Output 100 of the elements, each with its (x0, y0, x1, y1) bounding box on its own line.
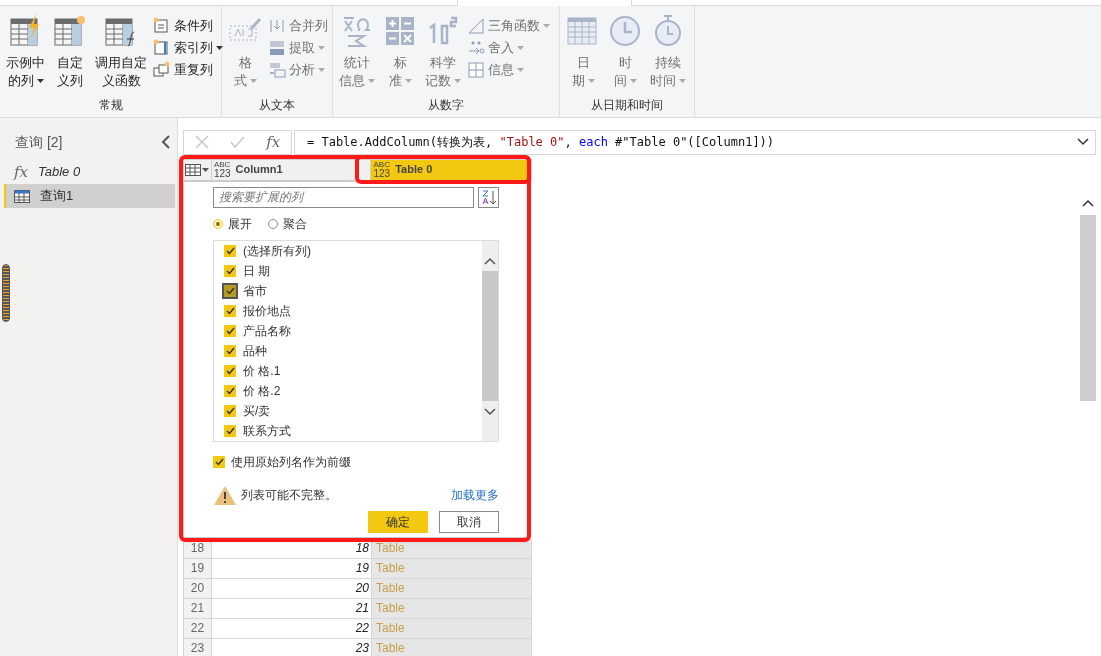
conditional-column-icon (153, 16, 171, 35)
ribbon-button[interactable]: 调用自定 义函数 (93, 14, 149, 90)
scrollbar-thumb[interactable] (482, 270, 498, 401)
caret-icon (629, 79, 637, 83)
check-icon (225, 267, 235, 276)
check-icon (225, 347, 235, 355)
info-grid-icon (467, 60, 485, 79)
column-option[interactable]: 联系方式 (224, 420, 482, 441)
query-item[interactable]: fx Table 0 (4, 160, 175, 184)
table-star-icon (53, 14, 87, 48)
prefix-option[interactable]: 使用原始列名作为前缀 (213, 452, 499, 471)
caret-icon (202, 167, 210, 172)
index-column-icon (153, 38, 171, 57)
scroll-handle[interactable] (2, 264, 10, 322)
checkbox[interactable] (213, 455, 225, 468)
ribbon-group-label: 从日期和时间 (590, 97, 664, 114)
checkbox[interactable] (224, 305, 236, 318)
caret-icon (517, 67, 524, 72)
checkbox[interactable] (224, 285, 236, 298)
check-icon (225, 327, 235, 336)
query-item[interactable]: 查询1 (4, 184, 175, 208)
caret-icon (36, 79, 44, 83)
checkbox[interactable] (224, 424, 236, 437)
formula-text: = Table.AddColumn(转换为表, "Table 0", each #"Table 0"([Column1])) (307, 134, 775, 152)
cancel-button[interactable]: 取消 (439, 510, 499, 533)
radio-option[interactable]: 展开 (213, 214, 252, 233)
ribbon-group-label: 常规 (97, 97, 124, 114)
caret-icon (368, 79, 375, 83)
extract-text-icon (268, 38, 286, 57)
checkbox[interactable] (224, 404, 236, 417)
table-icon (185, 163, 202, 176)
warning-text: 列表可能不完整。 (241, 487, 337, 504)
parse-icon (268, 60, 286, 79)
column-option[interactable]: 价 格.2 (224, 380, 482, 401)
column-title: Table 0 (395, 162, 434, 178)
ribbon-small-button[interactable]: 重复列 (153, 60, 223, 79)
check-icon (225, 307, 235, 316)
calendar-icon (566, 14, 600, 48)
column-option[interactable]: 买/卖 (224, 400, 482, 421)
column-option[interactable]: (选择所有列) (224, 241, 482, 262)
caret-icon (318, 45, 325, 50)
column-option[interactable]: 品种 (224, 341, 482, 361)
collapse-icon[interactable] (161, 135, 171, 149)
operators-icon (383, 14, 417, 48)
check-icon (225, 426, 235, 435)
checkbox[interactable] (224, 345, 236, 357)
table-menu-button[interactable] (184, 159, 212, 180)
check-icon (214, 457, 224, 466)
ribbon-group-label: 从文本 (258, 97, 296, 114)
sort-button[interactable] (478, 186, 499, 208)
caret-icon (587, 79, 595, 83)
caret-icon (216, 45, 223, 50)
check-icon (225, 386, 235, 395)
clock-icon (608, 14, 642, 48)
checkbox[interactable] (224, 265, 236, 278)
ribbon-small-button[interactable]: 索引列 (153, 38, 223, 57)
scrollbar-thumb[interactable] (1080, 214, 1096, 401)
checkbox[interactable] (224, 384, 236, 397)
radio-option[interactable]: 聚合 (268, 214, 307, 233)
caret-icon (249, 79, 257, 83)
column-option[interactable]: 省市 (224, 281, 482, 302)
column-option[interactable]: 价 格.1 (224, 360, 482, 381)
duplicate-column-icon (153, 60, 171, 79)
checkbox[interactable] (224, 245, 236, 258)
check-icon (225, 366, 235, 375)
check-icon[interactable] (230, 136, 245, 149)
column-option[interactable]: 报价地点 (224, 301, 482, 322)
type-label: ABC 123 (373, 160, 391, 179)
caret-icon (517, 45, 524, 50)
query-label: 查询1 (40, 187, 74, 206)
chevron-up-icon[interactable] (484, 256, 496, 265)
function-icon[interactable]: fx (266, 131, 281, 154)
warning-icon (213, 484, 237, 506)
column-option[interactable]: 产品名称 (224, 321, 482, 342)
formula-field[interactable]: = Table.AddColumn(转换为表, "Table 0", each #"Table 0"([Column1])) (294, 130, 1096, 155)
load-more-link[interactable]: 加载更多 (451, 486, 499, 504)
caret-icon (543, 23, 550, 28)
chevron-down-icon[interactable] (484, 407, 496, 416)
ribbon-button[interactable]: 自定 义列 (51, 14, 89, 90)
check-icon (225, 287, 235, 296)
caret-icon (318, 67, 325, 72)
search-field[interactable]: 搜索要扩展的列 (213, 186, 474, 208)
table-icon (14, 189, 30, 203)
column-title: Column1 (235, 162, 284, 178)
ribbon-button[interactable]: 示例中 的列 (4, 14, 47, 90)
triangle-icon (467, 16, 485, 35)
ribbon-group-label: 从数字 (427, 97, 465, 114)
chevron-down-icon[interactable] (1077, 138, 1089, 147)
column-option[interactable]: 日 期 (224, 261, 482, 282)
check-icon (225, 406, 235, 415)
check-icon (225, 247, 235, 256)
function-icon: fx (14, 164, 28, 180)
queries-title: 查询 [2] (15, 132, 63, 152)
chevron-up-icon[interactable] (1082, 198, 1094, 207)
ok-button[interactable]: 确定 (368, 510, 428, 533)
caret-icon (404, 79, 412, 83)
ribbon-small-button[interactable]: 条件列 (153, 16, 223, 35)
sort-icon (481, 189, 496, 205)
checkbox[interactable] (224, 325, 236, 338)
checkbox[interactable] (224, 364, 236, 377)
